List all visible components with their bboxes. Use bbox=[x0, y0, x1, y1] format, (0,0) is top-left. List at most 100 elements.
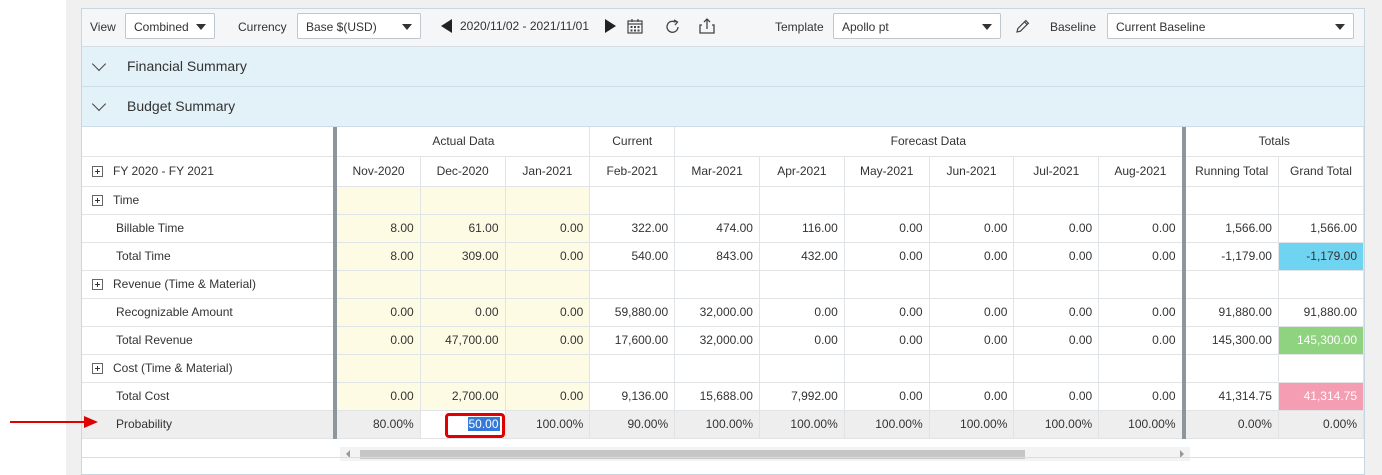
grid-cell[interactable]: 0.00 bbox=[1013, 298, 1100, 327]
grid-cell[interactable]: 2,700.00 bbox=[420, 382, 506, 411]
currency-select[interactable]: Base $(USD) bbox=[297, 13, 421, 39]
grid-cell[interactable]: 7,992.00 bbox=[759, 382, 845, 411]
grid-cell[interactable] bbox=[929, 270, 1015, 299]
grid-cell[interactable] bbox=[844, 354, 930, 383]
grid-cell[interactable]: 100.00% bbox=[1098, 410, 1186, 439]
grid-cell[interactable]: 61.00 bbox=[420, 214, 506, 243]
grid-cell[interactable] bbox=[929, 186, 1015, 215]
grid-cell[interactable]: 50.00 bbox=[420, 410, 506, 439]
financial-summary-section[interactable]: Financial Summary bbox=[82, 47, 1364, 87]
grid-cell[interactable]: 0.00 bbox=[1098, 382, 1186, 411]
grid-cell[interactable] bbox=[505, 270, 591, 299]
grid-cell[interactable]: 100.00% bbox=[1013, 410, 1100, 439]
grid-cell[interactable]: 309.00 bbox=[420, 242, 506, 271]
grid-cell[interactable] bbox=[844, 270, 930, 299]
grid-cell[interactable]: 0.00 bbox=[505, 298, 591, 327]
next-period-icon[interactable] bbox=[605, 19, 616, 33]
grid-cell[interactable]: 100.00% bbox=[844, 410, 930, 439]
grid-cell[interactable]: 0.00 bbox=[1013, 326, 1100, 355]
grid-cell[interactable]: 843.00 bbox=[674, 242, 760, 271]
grid-cell[interactable]: 0.00 bbox=[505, 214, 591, 243]
grid-cell[interactable]: 474.00 bbox=[674, 214, 760, 243]
grid-cell[interactable]: 0.00 bbox=[844, 214, 930, 243]
view-select[interactable]: Combined bbox=[125, 13, 215, 39]
row-label[interactable]: Time bbox=[82, 186, 338, 215]
grid-cell[interactable]: 8.00 bbox=[335, 242, 421, 271]
export-icon[interactable] bbox=[698, 17, 716, 35]
grid-cell[interactable] bbox=[589, 270, 676, 299]
grid-cell[interactable]: 0.00 bbox=[929, 382, 1015, 411]
grid-cell[interactable]: 540.00 bbox=[589, 242, 676, 271]
grid-cell[interactable]: 0.00 bbox=[1013, 382, 1100, 411]
grid-cell[interactable]: 116.00 bbox=[759, 214, 845, 243]
baseline-select[interactable]: Current Baseline bbox=[1107, 13, 1354, 39]
grid-cell[interactable]: 0.00 bbox=[505, 382, 591, 411]
grid-cell[interactable]: 0.00 bbox=[1098, 326, 1186, 355]
grid-cell[interactable] bbox=[1098, 354, 1186, 383]
grid-cell[interactable]: 0.00 bbox=[1098, 298, 1186, 327]
horizontal-scrollbar[interactable] bbox=[340, 447, 1190, 461]
row-label[interactable]: Revenue (Time & Material) bbox=[82, 270, 338, 299]
grid-cell[interactable]: 322.00 bbox=[589, 214, 676, 243]
grid-cell[interactable]: 0.00 bbox=[335, 298, 421, 327]
grid-cell[interactable]: 0.00 bbox=[335, 326, 421, 355]
grid-cell[interactable] bbox=[505, 186, 591, 215]
grid-cell[interactable]: 17,600.00 bbox=[589, 326, 676, 355]
grid-cell[interactable]: 0.00 bbox=[844, 326, 930, 355]
grid-cell[interactable]: 32,000.00 bbox=[674, 326, 760, 355]
grid-cell[interactable] bbox=[674, 354, 760, 383]
grid-cell[interactable]: 8.00 bbox=[335, 214, 421, 243]
grid-cell[interactable] bbox=[1098, 270, 1186, 299]
grid-cell[interactable] bbox=[1013, 354, 1100, 383]
grid-cell[interactable] bbox=[1013, 270, 1100, 299]
expand-icon[interactable] bbox=[92, 279, 103, 291]
grid-cell[interactable]: 0.00 bbox=[844, 382, 930, 411]
grid-cell[interactable]: 432.00 bbox=[759, 242, 845, 271]
grid-cell[interactable]: 0.00 bbox=[1098, 214, 1186, 243]
grid-cell[interactable]: 0.00 bbox=[505, 242, 591, 271]
grid-cell[interactable] bbox=[589, 186, 676, 215]
row-label[interactable]: Cost (Time & Material) bbox=[82, 354, 338, 383]
calendar-icon[interactable] bbox=[627, 18, 643, 34]
grid-cell[interactable] bbox=[420, 354, 506, 383]
grid-cell[interactable]: 0.00 bbox=[929, 214, 1015, 243]
grid-cell[interactable]: 15,688.00 bbox=[674, 382, 760, 411]
grid-cell[interactable]: 100.00% bbox=[759, 410, 845, 439]
edit-pencil-icon[interactable] bbox=[1014, 18, 1031, 35]
grid-cell[interactable]: 0.00 bbox=[1098, 242, 1186, 271]
grid-cell[interactable]: 0.00 bbox=[844, 298, 930, 327]
grid-cell[interactable]: 0.00 bbox=[929, 242, 1015, 271]
grid-cell[interactable] bbox=[674, 270, 760, 299]
grid-cell[interactable]: 32,000.00 bbox=[674, 298, 760, 327]
refresh-icon[interactable] bbox=[664, 18, 682, 36]
grid-cell[interactable] bbox=[929, 354, 1015, 383]
grid-cell[interactable]: 100.00% bbox=[929, 410, 1015, 439]
grid-cell[interactable] bbox=[1098, 186, 1186, 215]
grid-cell[interactable]: 47,700.00 bbox=[420, 326, 506, 355]
grid-cell[interactable] bbox=[335, 270, 421, 299]
expand-icon[interactable] bbox=[92, 363, 103, 375]
period-header[interactable]: FY 2020 - FY 2021 bbox=[82, 156, 338, 187]
expand-icon[interactable] bbox=[92, 195, 103, 207]
expand-icon[interactable] bbox=[92, 166, 103, 178]
chevron-down-icon[interactable] bbox=[91, 96, 107, 112]
grid-cell[interactable]: 9,136.00 bbox=[589, 382, 676, 411]
grid-cell[interactable]: 0.00 bbox=[335, 382, 421, 411]
grid-cell[interactable] bbox=[759, 186, 845, 215]
previous-period-icon[interactable] bbox=[441, 19, 452, 33]
grid-cell[interactable] bbox=[420, 186, 506, 215]
grid-cell[interactable] bbox=[505, 354, 591, 383]
grid-cell[interactable]: 0.00 bbox=[505, 326, 591, 355]
grid-cell[interactable] bbox=[335, 186, 421, 215]
grid-cell[interactable]: 0.00 bbox=[844, 242, 930, 271]
grid-cell[interactable] bbox=[759, 354, 845, 383]
grid-cell[interactable]: 0.00 bbox=[759, 326, 845, 355]
grid-cell[interactable]: 0.00 bbox=[759, 298, 845, 327]
grid-cell[interactable]: 59,880.00 bbox=[589, 298, 676, 327]
grid-cell[interactable] bbox=[759, 270, 845, 299]
grid-cell[interactable] bbox=[420, 270, 506, 299]
grid-cell[interactable] bbox=[589, 354, 676, 383]
grid-cell[interactable]: 80.00% bbox=[335, 410, 421, 439]
grid-cell[interactable] bbox=[335, 354, 421, 383]
grid-cell[interactable]: 0.00 bbox=[1013, 214, 1100, 243]
